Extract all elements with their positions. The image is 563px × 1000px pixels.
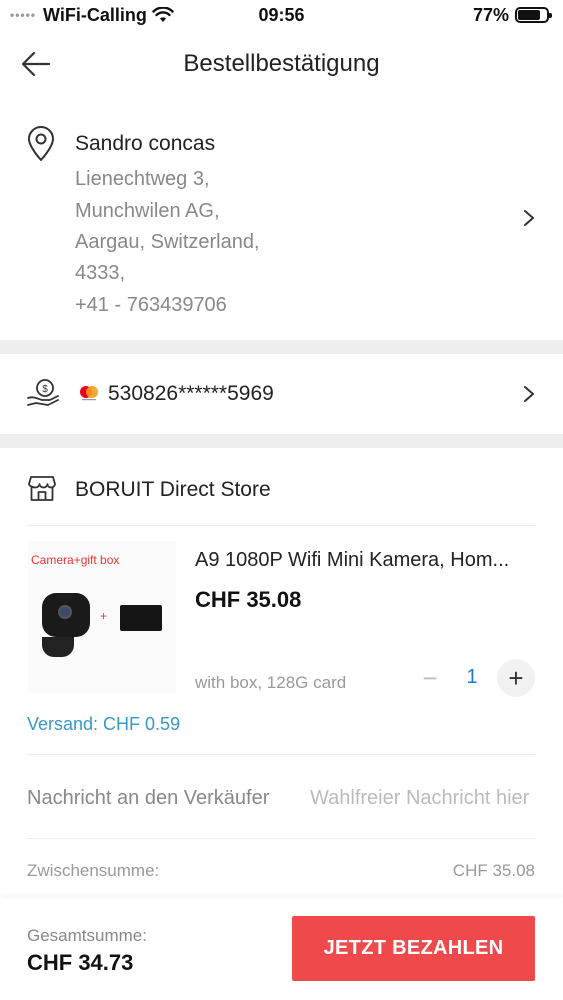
divider <box>27 525 535 526</box>
back-button[interactable] <box>20 48 52 80</box>
pay-now-button[interactable]: JETZT BEZAHLEN <box>292 916 535 981</box>
quantity-decrease-button[interactable]: − <box>412 660 448 696</box>
product-variant[interactable]: with box, 128G card <box>195 673 346 693</box>
svg-text:$: $ <box>42 384 48 395</box>
divider <box>27 754 535 755</box>
status-left: ••••• WiFi-Calling <box>10 5 174 26</box>
camera-lens <box>58 605 72 619</box>
quantity-value: 1 <box>466 666 478 688</box>
arrow-left-icon <box>21 51 51 77</box>
payment-method[interactable]: $ 530826******5969 <box>0 354 563 434</box>
section-divider <box>0 434 563 448</box>
shipping-cost[interactable]: Versand: CHF 0.59 <box>27 714 180 735</box>
signal-strength-icon: ••••• <box>10 8 37 22</box>
seller-message-input[interactable] <box>310 784 563 812</box>
store-icon <box>28 476 56 501</box>
chevron-right-icon <box>524 210 534 226</box>
address-region: Aargau, Switzerland, <box>75 231 260 253</box>
address-postal-code: 4333, <box>75 262 126 284</box>
product-image[interactable]: Camera+gift box + <box>28 541 176 693</box>
wifi-icon <box>152 7 174 22</box>
total-label: Gesamtsumme: <box>27 926 147 945</box>
address-phone: +41 - 763439706 <box>75 294 227 316</box>
product-price: CHF 35.08 <box>195 587 302 612</box>
card-number: 530826******5969 <box>108 382 274 405</box>
shipping-address[interactable]: Sandro concas Lienechtweg 3, Munchwilen … <box>0 112 563 340</box>
battery-percent: 77% <box>472 4 509 25</box>
subtotal-value: CHF 35.08 <box>452 861 535 880</box>
seller-message-label: Nachricht an den Verkäufer <box>27 787 270 809</box>
address-street: Lienechtweg 3, <box>75 168 210 190</box>
chevron-right-icon <box>524 386 534 402</box>
gift-box <box>120 605 162 631</box>
status-right: 77% <box>472 4 552 26</box>
section-divider <box>0 340 563 354</box>
page-title: Bestellbestätigung <box>183 50 380 77</box>
divider <box>27 838 535 839</box>
battery-icon <box>515 7 552 23</box>
carrier-label: WiFi-Calling <box>43 4 147 25</box>
store-name[interactable]: BORUIT Direct Store <box>75 478 271 502</box>
camera-stand <box>42 637 74 657</box>
checkout-bar: Gesamtsumme: CHF 34.73 JETZT BEZAHLEN <box>0 898 563 1000</box>
quantity-increase-button[interactable]: + <box>497 659 535 697</box>
product-title[interactable]: A9 1080P Wifi Mini Kamera, Hom... <box>195 549 535 572</box>
mastercard-icon <box>80 386 98 401</box>
store-section: BORUIT Direct Store Camera+gift box + A9… <box>0 448 563 880</box>
address-city: Munchwilen AG, <box>75 200 220 222</box>
header: Bestellbestätigung <box>0 30 563 98</box>
battery-fill <box>518 10 540 20</box>
subtotal-label: Zwischensumme: <box>27 861 160 880</box>
image-caption: Camera+gift box <box>31 553 120 567</box>
image-plus: + <box>100 609 108 623</box>
status-bar: ••••• WiFi-Calling 09:56 77% <box>0 0 563 30</box>
recipient-name: Sandro concas <box>75 132 216 155</box>
payment-hand-icon: $ <box>27 379 59 406</box>
location-pin-icon <box>28 126 54 161</box>
total-value: CHF 34.73 <box>27 950 134 975</box>
